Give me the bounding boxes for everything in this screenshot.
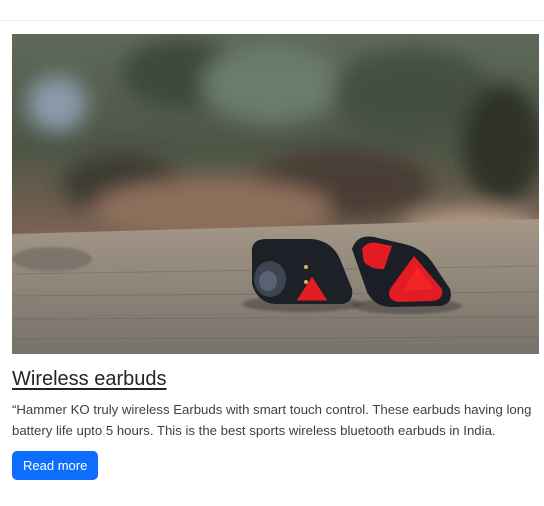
top-nav-bar [0,0,544,21]
card-description: “Hammer KO truly wireless Earbuds with s… [12,402,532,438]
earbuds-photo [12,34,539,354]
earbuds-image [12,34,539,354]
card-title[interactable]: Wireless earbuds [12,368,539,391]
product-card: Wireless earbuds “Hammer KO truly wirele… [12,34,539,480]
read-more-button[interactable]: Read more [12,451,99,480]
